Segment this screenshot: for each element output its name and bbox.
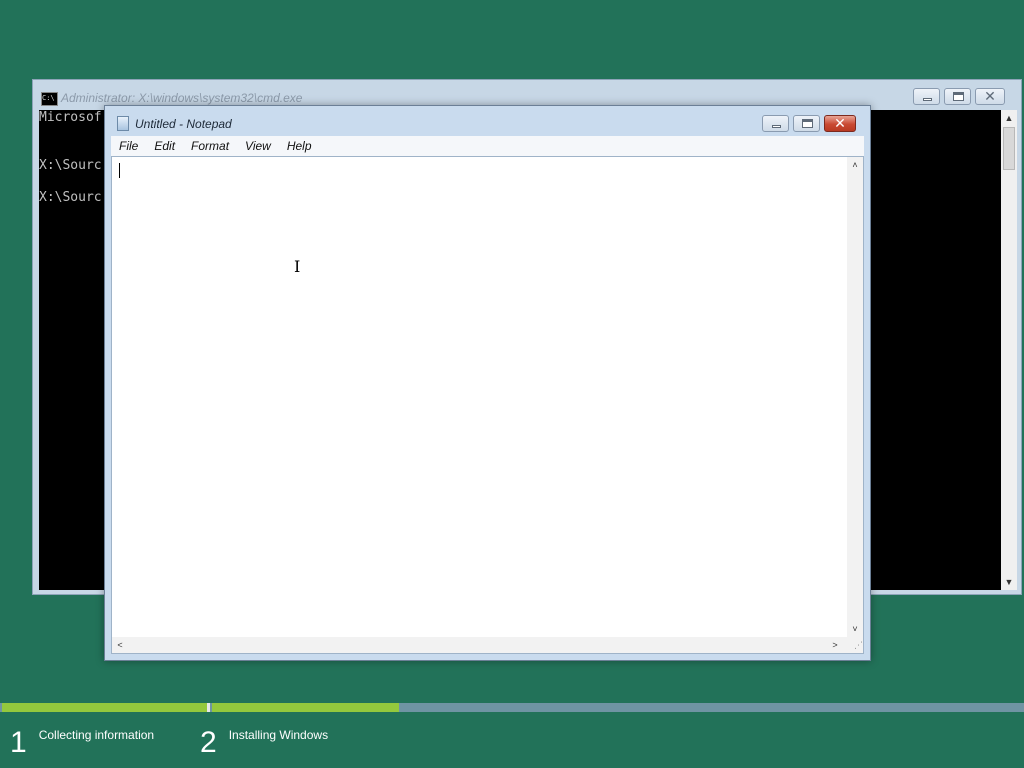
scroll-left-arrow-icon[interactable]: ˂ — [112, 637, 128, 653]
notepad-text-area[interactable]: I ˄ ˅ ˂ ˃ ⋰ — [111, 156, 864, 654]
notepad-icon[interactable] — [117, 116, 129, 131]
resize-grip-icon[interactable]: ⋰ — [847, 637, 863, 653]
close-icon: ✕ — [984, 88, 996, 104]
cmd-icon[interactable]: C:\ — [41, 92, 58, 106]
scroll-up-arrow-icon[interactable]: ˄ — [847, 157, 863, 173]
progress-divider — [207, 703, 210, 712]
cmd-vertical-scrollbar[interactable]: ▲ ▼ — [1001, 110, 1017, 590]
step-number: 2 — [200, 726, 217, 759]
scroll-down-arrow-icon[interactable]: ˅ — [847, 621, 863, 637]
scroll-right-arrow-icon[interactable]: ˃ — [827, 637, 843, 653]
progress-fill-installing — [212, 703, 399, 712]
ibeam-cursor-icon: I — [294, 257, 301, 276]
step-label: Collecting information — [38, 728, 155, 742]
menu-help[interactable]: Help — [279, 139, 320, 153]
cmd-line: X:\Sourc — [39, 158, 102, 173]
scroll-down-arrow-icon[interactable]: ▼ — [1001, 574, 1017, 590]
cmd-window-controls: ✕ — [913, 88, 1005, 106]
cmd-close-button[interactable]: ✕ — [975, 88, 1005, 105]
cmd-scroll-thumb[interactable] — [1003, 127, 1015, 170]
notepad-horizontal-scrollbar[interactable]: ˂ ˃ — [112, 637, 847, 653]
desktop: C:\ Administrator: X:\windows\system32\c… — [0, 0, 1024, 768]
close-icon: ✕ — [834, 115, 846, 131]
notepad-titlebar[interactable]: Untitled - Notepad ✕ — [105, 106, 870, 136]
notepad-menubar: File Edit Format View Help — [111, 136, 864, 156]
notepad-vertical-scrollbar[interactable]: ˄ ˅ — [847, 157, 863, 637]
notepad-maximize-button[interactable] — [793, 115, 820, 132]
menu-view[interactable]: View — [237, 139, 279, 153]
menu-format[interactable]: Format — [183, 139, 237, 153]
notepad-window[interactable]: Untitled - Notepad ✕ File Edit Format Vi… — [104, 105, 871, 661]
step-number: 1 — [10, 726, 27, 759]
menu-file[interactable]: File — [111, 139, 146, 153]
progress-fill-collecting — [2, 703, 207, 712]
cmd-window-title: Administrator: X:\windows\system32\cmd.e… — [61, 91, 303, 105]
cmd-maximize-button[interactable] — [944, 88, 971, 105]
setup-progress-bar — [0, 703, 1024, 712]
notepad-window-title: Untitled - Notepad — [135, 117, 232, 131]
cmd-minimize-button[interactable] — [913, 88, 940, 105]
cmd-line: X:\Sourc — [39, 190, 102, 205]
setup-step-installing: 2 Installing Windows — [200, 726, 328, 760]
step-label: Installing Windows — [228, 728, 329, 742]
cmd-line: Microsof — [39, 110, 102, 125]
notepad-close-button[interactable]: ✕ — [824, 115, 856, 132]
text-caret — [119, 163, 120, 178]
menu-edit[interactable]: Edit — [146, 139, 183, 153]
scroll-up-arrow-icon[interactable]: ▲ — [1001, 110, 1017, 126]
setup-step-collecting: 1 Collecting information — [10, 726, 154, 760]
notepad-window-controls: ✕ — [762, 115, 856, 133]
notepad-minimize-button[interactable] — [762, 115, 789, 132]
